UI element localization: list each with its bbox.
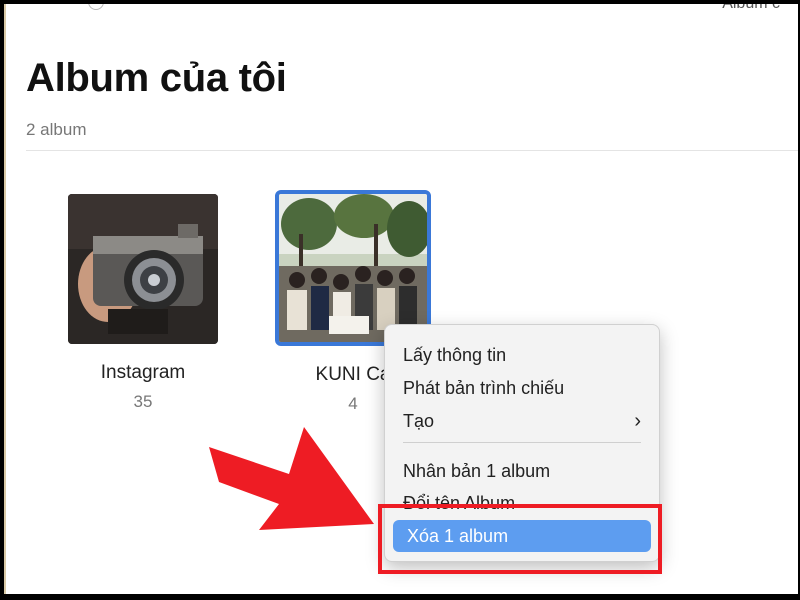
photos-window: Album c Album của tôi 2 album Instagram …	[4, 4, 798, 594]
divider	[26, 150, 798, 151]
window-edge	[4, 4, 6, 594]
album-photo-count: 35	[133, 392, 153, 411]
top-cut-text: Album c	[722, 4, 780, 13]
page-title: Album của tôi	[26, 56, 287, 100]
camera-photo-icon	[68, 194, 218, 344]
chevron-right-icon: ›	[634, 410, 641, 432]
menu-item-slideshow[interactable]: Phát bản trình chiếu	[403, 374, 641, 402]
album-thumbnail-selected[interactable]	[275, 190, 431, 346]
menu-item-get-info[interactable]: Lấy thông tin	[403, 341, 641, 369]
menu-item-label: Tạo	[403, 411, 435, 431]
album-item-instagram[interactable]: Instagram 35	[58, 194, 228, 412]
album-name: Instagram	[100, 362, 186, 383]
menu-item-create[interactable]: Tạo ›	[403, 407, 641, 435]
menu-item-label: Phát bản trình chiếu	[403, 378, 565, 398]
menu-item-label: Lấy thông tin	[403, 345, 507, 365]
menu-separator	[403, 442, 641, 443]
menu-item-label: Nhân bản 1 album	[403, 461, 551, 481]
group-photo-icon	[279, 194, 427, 342]
annotation-highlight-box	[378, 504, 662, 574]
album-thumbnail[interactable]	[68, 194, 218, 344]
toolbar-control-fragment	[88, 4, 104, 10]
menu-item-duplicate[interactable]: Nhân bản 1 album	[403, 457, 641, 485]
red-arrow-icon	[209, 427, 374, 530]
album-count: 2 album	[26, 120, 87, 139]
